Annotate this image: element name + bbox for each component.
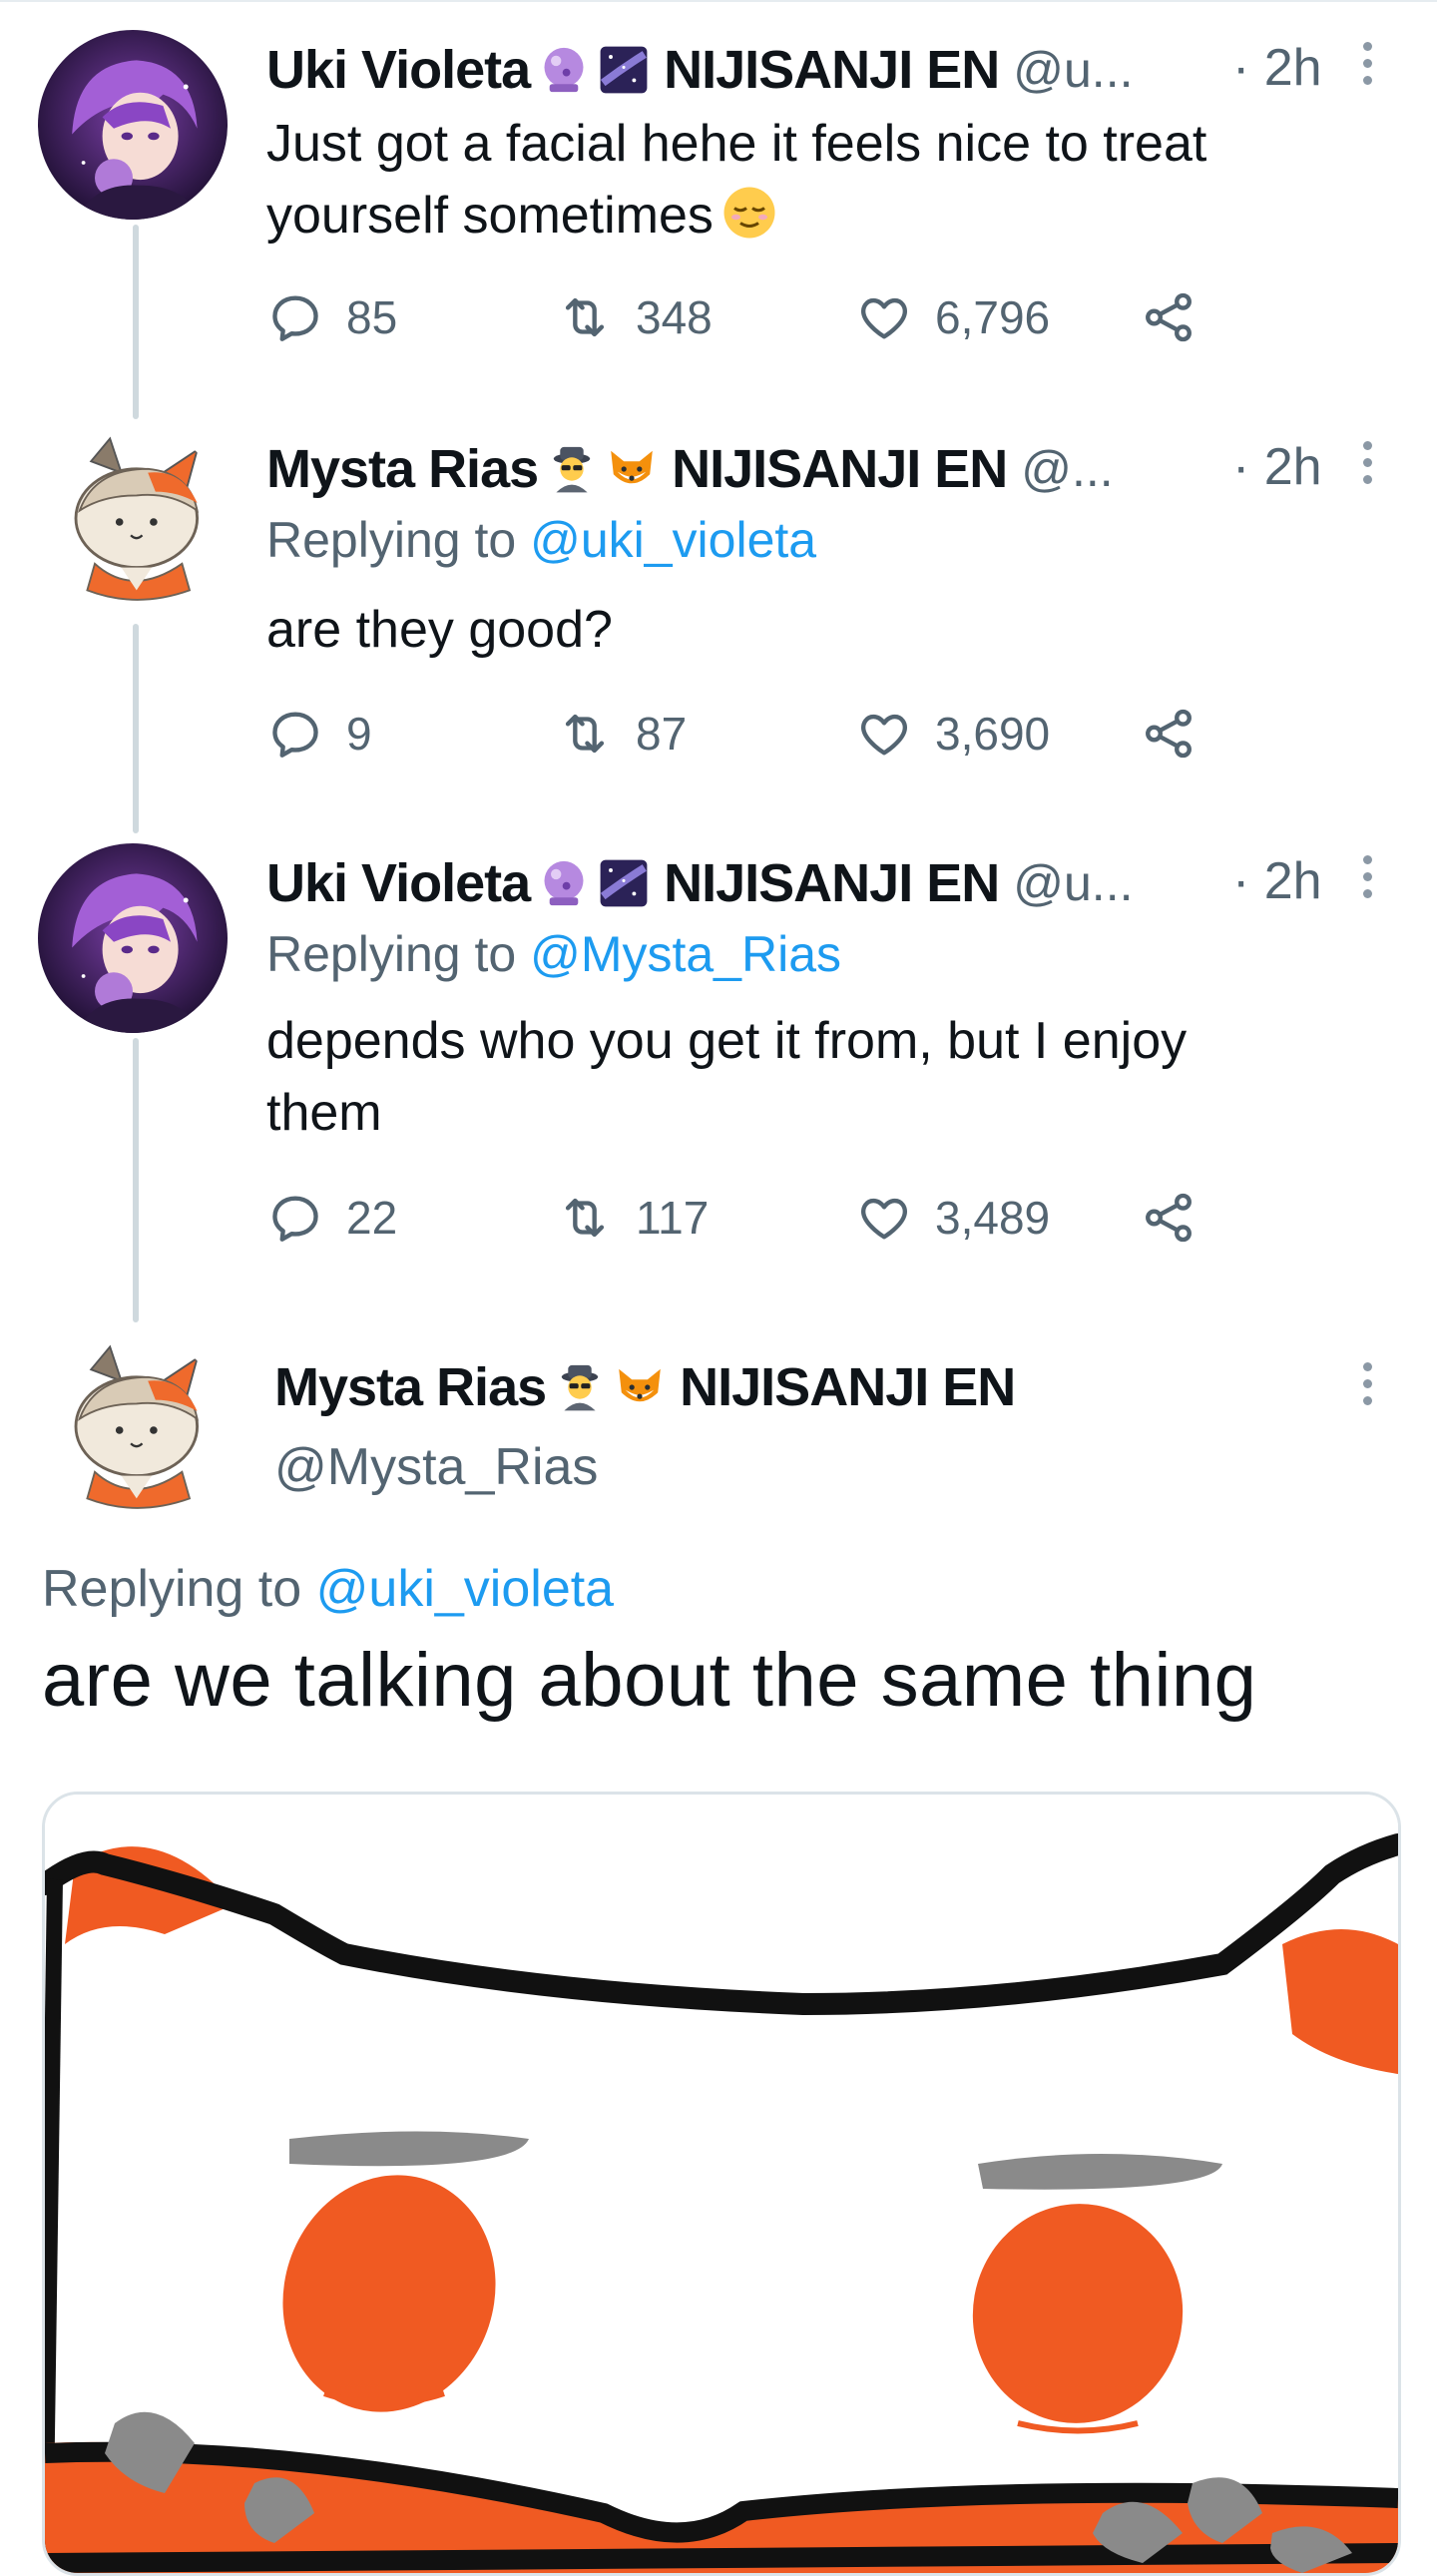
display-name[interactable]: Mysta Rias: [266, 438, 539, 500]
like-button[interactable]: 3,489: [855, 1183, 1050, 1253]
reply-button[interactable]: 22: [266, 1183, 397, 1253]
retweet-count: 87: [636, 708, 688, 760]
reply-count: 22: [346, 1192, 398, 1244]
avatar[interactable]: [38, 1335, 228, 1525]
tweet-header: Mysta Rias NIJISANJI EN @...: [266, 434, 1114, 504]
main-tweet-header: Mysta Rias NIJISANJI EN: [274, 1352, 1016, 1422]
retweet-icon: [565, 297, 605, 337]
avatar[interactable]: [38, 30, 228, 220]
retweet-count: 117: [636, 1192, 710, 1244]
mention-link[interactable]: @uki_violeta: [530, 512, 816, 568]
more-vertical-icon[interactable]: [1361, 42, 1373, 98]
tweet-header: Uki Violeta NIJISANJI EN @u...: [266, 35, 1133, 105]
heart-icon: [861, 1198, 907, 1240]
tweet[interactable]: Uki Violeta NIJISANJI EN @u... · 2h Repl…: [0, 833, 1437, 1312]
tweet-text-line: yourself sometimes: [266, 180, 1384, 252]
tweet[interactable]: Mysta Rias NIJISANJI EN @... · 2h Replyi…: [0, 419, 1437, 818]
mention-link[interactable]: @uki_violeta: [316, 1560, 615, 1618]
timestamp[interactable]: · 2h: [1232, 38, 1322, 98]
retweet-icon: [565, 1198, 605, 1238]
retweet-button[interactable]: 87: [556, 699, 687, 769]
tweet-actions: 85 348 6,796: [266, 282, 1264, 352]
like-count: 3,690: [935, 708, 1051, 760]
handle[interactable]: @u...: [1013, 854, 1133, 912]
tweet-text: depends who you get it from, but I enjoy…: [266, 1005, 1384, 1149]
reply-button[interactable]: 9: [266, 699, 372, 769]
heart-icon: [861, 297, 907, 339]
reply-icon: [272, 1196, 318, 1242]
tweet-actions: 9 87 3,690: [266, 699, 1264, 769]
main-tweet-text: are we talking about the same thing: [42, 1638, 1257, 1723]
replying-to: Replying to @uki_violeta: [42, 1559, 614, 1619]
relieved-face-icon: [719, 183, 779, 243]
share-icon: [1146, 1193, 1192, 1243]
share-button[interactable]: [1140, 282, 1198, 352]
like-count: 3,489: [935, 1192, 1051, 1244]
retweet-button[interactable]: 348: [556, 282, 713, 352]
tweet[interactable]: Uki Violeta NIJISANJI EN @u... · 2h Just…: [0, 0, 1437, 399]
affiliation: NIJISANJI EN: [664, 40, 1000, 100]
timestamp[interactable]: · 2h: [1232, 437, 1322, 497]
tweet-text-line-content: yourself sometimes: [266, 187, 714, 245]
retweet-count: 348: [636, 291, 713, 343]
timestamp[interactable]: · 2h: [1232, 851, 1322, 911]
milky-way-icon: [598, 857, 650, 909]
display-name[interactable]: Uki Violeta: [266, 39, 531, 101]
reply-icon: [272, 295, 318, 341]
crystal-ball-icon: [538, 44, 590, 96]
reply-count: 85: [346, 291, 398, 343]
like-button[interactable]: 6,796: [855, 282, 1050, 352]
display-name[interactable]: Uki Violeta: [266, 852, 531, 914]
tweet-text: Just got a facial hehe it feels nice to …: [266, 108, 1384, 252]
fox-icon: [614, 1361, 666, 1413]
retweet-button[interactable]: 117: [556, 1183, 709, 1253]
tweet-text-line: them: [266, 1084, 382, 1142]
milky-way-icon: [598, 44, 650, 96]
replying-to: Replying to @uki_violeta: [266, 511, 816, 569]
replying-to-label: Replying to: [42, 1560, 302, 1618]
mention-link[interactable]: @Mysta_Rias: [530, 926, 841, 982]
handle[interactable]: @Mysta_Rias: [274, 1437, 598, 1497]
avatar[interactable]: [38, 843, 228, 1033]
share-button[interactable]: [1140, 699, 1198, 769]
retweet-icon: [565, 714, 605, 754]
tweet-text-line: Just got a facial hehe it feels nice to …: [266, 115, 1207, 173]
replying-to-label: Replying to: [266, 512, 517, 568]
tweet-media-image[interactable]: [42, 1792, 1401, 2576]
reply-button[interactable]: 85: [266, 282, 397, 352]
affiliation: NIJISANJI EN: [664, 853, 1000, 913]
more-vertical-icon[interactable]: [1361, 1362, 1373, 1418]
reply-icon: [272, 712, 318, 758]
share-button[interactable]: [1140, 1183, 1198, 1253]
like-button[interactable]: 3,690: [855, 699, 1050, 769]
reply-count: 9: [346, 708, 372, 760]
affiliation: NIJISANJI EN: [672, 439, 1008, 499]
fox-icon: [606, 443, 658, 495]
tweet-text-line: depends who you get it from, but I enjoy: [266, 1012, 1188, 1070]
tweet-actions: 22 117 3,489: [266, 1183, 1264, 1253]
avatar[interactable]: [38, 427, 228, 617]
affiliation: NIJISANJI EN: [680, 1357, 1016, 1417]
replying-to: Replying to @Mysta_Rias: [266, 925, 841, 983]
detective-icon: [554, 1361, 606, 1413]
display-name[interactable]: Mysta Rias: [274, 1356, 547, 1418]
handle[interactable]: @u...: [1013, 41, 1133, 99]
share-icon: [1146, 292, 1192, 342]
replying-to-label: Replying to: [266, 926, 517, 982]
heart-icon: [861, 714, 907, 756]
tweet-text: are they good?: [266, 594, 1384, 666]
tweet-header: Uki Violeta NIJISANJI EN @u...: [266, 848, 1133, 918]
detective-icon: [546, 443, 598, 495]
handle[interactable]: @...: [1021, 440, 1113, 498]
like-count: 6,796: [935, 291, 1051, 343]
share-icon: [1146, 709, 1192, 759]
tweet-text-line: are they good?: [266, 601, 613, 659]
more-vertical-icon[interactable]: [1361, 441, 1373, 497]
more-vertical-icon[interactable]: [1361, 855, 1373, 911]
crystal-ball-icon: [538, 857, 590, 909]
